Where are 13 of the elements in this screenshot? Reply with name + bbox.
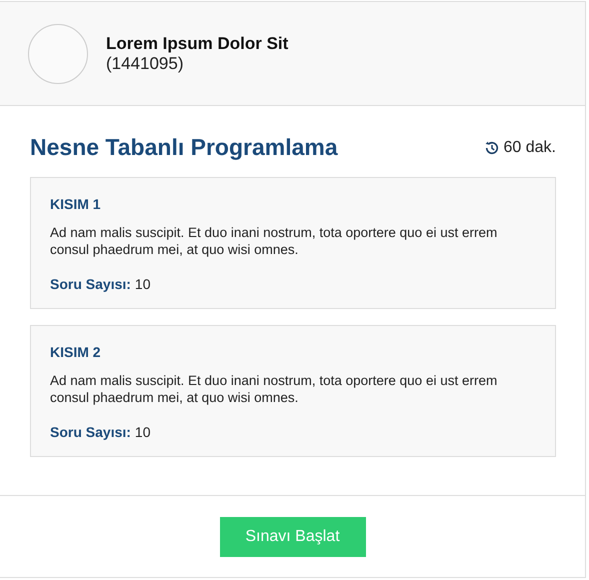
question-count: 10 [134,276,150,292]
question-count: 10 [134,424,150,440]
user-id: (1441095) [106,54,185,74]
section-description: Ad nam malis suscipit. Et duo inani nostrum, tota oportere quo ei ust errem consul phaedrum mei, at quo wisi omnes. [50,372,498,406]
question-count-label: Soru Sayısı: [50,424,131,440]
section-title: KISIM 2 [50,344,101,360]
start-exam-button[interactable]: Sınavı Başlat [220,516,366,556]
question-count-label: Soru Sayısı: [50,276,131,292]
section-description: Ad nam malis suscipit. Et duo inani nostrum, tota oportere quo ei ust errem consul phaedrum mei, at quo wisi omnes. [50,224,498,258]
duration-text: 60 dak. [504,138,556,156]
exam-title: Nesne Tabanlı Programlama [30,134,338,161]
user-name: Lorem Ipsum Dolor Sit [106,34,288,54]
section-title: KISIM 1 [50,196,101,212]
